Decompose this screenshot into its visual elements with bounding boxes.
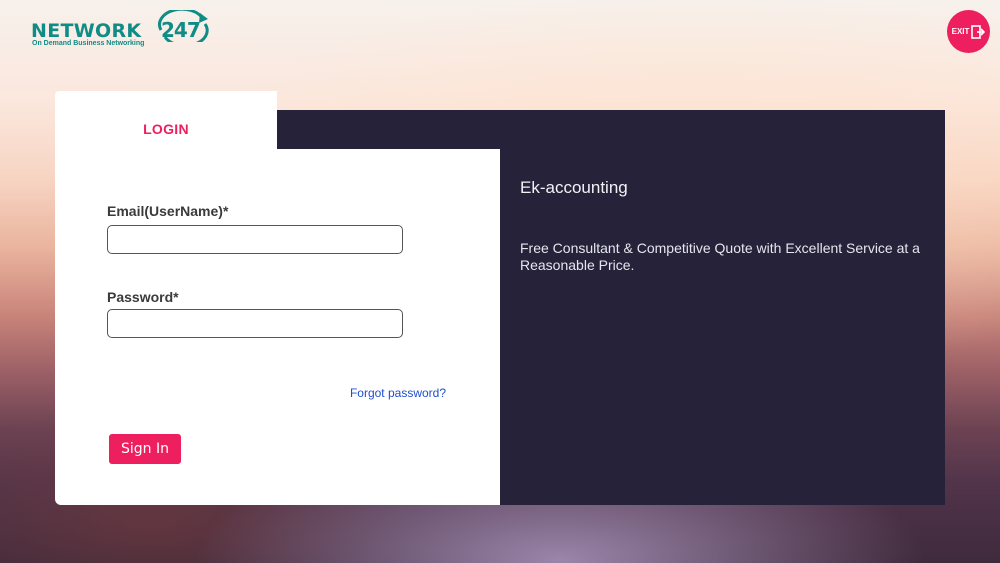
password-label: Password* xyxy=(107,289,179,305)
exit-button[interactable]: EXIT xyxy=(947,10,990,53)
forgot-password-link[interactable]: Forgot password? xyxy=(350,386,446,400)
login-form: Email(UserName)* Password* Forgot passwo… xyxy=(55,149,500,505)
info-title: Ek-accounting xyxy=(520,178,628,197)
brand-name: NETWORK xyxy=(31,20,142,42)
brand-number: 247 xyxy=(161,18,201,42)
brand-logo: NETWORK 247 On Demand Business Networkin… xyxy=(31,8,221,50)
sign-in-button[interactable]: Sign In xyxy=(109,434,181,464)
exit-door-icon xyxy=(971,24,986,39)
tab-login[interactable]: LOGIN xyxy=(55,91,277,151)
exit-label: EXIT xyxy=(951,27,970,36)
password-field[interactable] xyxy=(107,309,403,338)
brand-tagline: On Demand Business Networking xyxy=(32,40,145,47)
tab-login-label: LOGIN xyxy=(143,121,189,137)
email-field[interactable] xyxy=(107,225,403,254)
email-label: Email(UserName)* xyxy=(107,203,229,219)
info-description: Free Consultant & Competitive Quote with… xyxy=(520,240,920,273)
